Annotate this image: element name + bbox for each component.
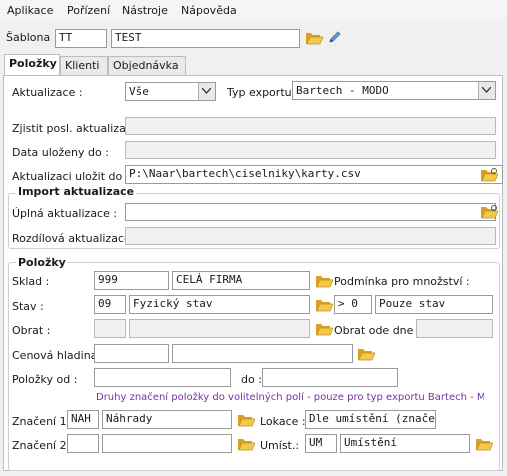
import-group-title: Import aktualizace: [16, 185, 137, 198]
folder-open-icon[interactable]: [357, 346, 375, 362]
price-level-name-field[interactable]: [172, 344, 353, 363]
marking-hint-text: Druhy značení položky do volitelných pol…: [96, 392, 484, 403]
diff-update-label: Rozdílová aktualizace :: [12, 232, 139, 245]
full-update-label: Úplná aktualizace :: [12, 207, 118, 220]
location-field[interactable]: Dle umístění (značení): [305, 410, 436, 429]
items-from-label: Položky od :: [12, 373, 78, 386]
mark2-label: Značení 2 :: [12, 439, 74, 452]
tab-objednavka[interactable]: Objednávka: [108, 56, 186, 76]
turnover-since-field: [416, 319, 493, 338]
tab-polozky[interactable]: Položky: [4, 54, 60, 76]
items-group-title: Položky: [16, 256, 68, 269]
mark1-name-field[interactable]: Náhrady: [102, 410, 232, 429]
mark1-label: Značení 1 :: [12, 415, 74, 428]
last-update-field: [125, 117, 496, 135]
saved-label: Data uloženy do :: [12, 146, 109, 159]
tab-klienti[interactable]: Klienti: [60, 56, 108, 76]
location-label: Lokace :: [260, 415, 306, 428]
placement-code-field[interactable]: UM: [305, 434, 337, 453]
turnover-code-field: [94, 319, 126, 338]
folder-open-icon[interactable]: [305, 30, 323, 46]
update-select-value: Vše: [129, 85, 149, 98]
condition-operator-field[interactable]: > 0: [334, 295, 372, 314]
mark2-name-field[interactable]: [102, 434, 232, 453]
update-label: Aktualizace :: [12, 86, 83, 99]
menu-porizeni[interactable]: Pořízení: [67, 4, 110, 17]
turnover-since-label: Obrat ode dne :: [334, 324, 421, 337]
price-level-label: Cenová hladina :: [12, 349, 105, 362]
warehouse-name-field[interactable]: CELÁ FIRMA: [172, 271, 310, 290]
condition-value-field[interactable]: Pouze stav: [375, 295, 493, 314]
chevron-down-icon[interactable]: [198, 83, 215, 100]
save-path-label: Aktualizaci uložit do :: [12, 170, 130, 183]
mark2-code-field[interactable]: [67, 434, 99, 453]
state-name-field[interactable]: Fyzický stav: [129, 295, 310, 314]
placement-name-field[interactable]: Umístění: [340, 434, 470, 453]
pencil-icon[interactable]: [327, 30, 343, 46]
diff-update-field: [125, 227, 496, 245]
turnover-label: Obrat :: [12, 324, 51, 337]
last-update-label: Zjistit posl. aktualizaci :: [12, 122, 143, 135]
folder-search-icon[interactable]: [480, 167, 498, 183]
folder-open-icon[interactable]: [315, 321, 333, 337]
export-type-select-value: Bartech - MODO: [296, 84, 389, 97]
save-path-field[interactable]: P:\Naar\bartech\ciselniky\karty.csv: [125, 165, 503, 184]
state-code-field[interactable]: 09: [94, 295, 126, 314]
warehouse-code-field[interactable]: 999: [94, 271, 169, 290]
placement-label: Umíst.:: [260, 439, 300, 452]
folder-open-icon[interactable]: [475, 436, 493, 452]
folder-open-icon[interactable]: [315, 273, 333, 289]
update-select[interactable]: Vše: [125, 82, 216, 101]
quantity-condition-label: Podmínka pro množství :: [334, 275, 470, 288]
menu-bar: Aplikace Pořízení Nástroje Nápověda: [0, 0, 507, 21]
menu-nastroje[interactable]: Nástroje: [122, 4, 168, 17]
chevron-down-icon[interactable]: [478, 82, 495, 99]
template-label: Šablona :: [6, 31, 58, 44]
template-code-field[interactable]: TT: [55, 29, 107, 48]
items-to-field[interactable]: [262, 368, 398, 387]
price-level-code-field[interactable]: [94, 344, 169, 363]
menu-aplikace[interactable]: Aplikace: [7, 4, 53, 17]
export-type-label: Typ exportu: [227, 86, 292, 99]
state-label: Stav :: [12, 300, 44, 313]
menu-napoveda[interactable]: Nápověda: [181, 4, 237, 17]
folder-open-icon[interactable]: [237, 436, 255, 452]
saved-field: [125, 141, 496, 159]
folder-open-icon[interactable]: [237, 412, 255, 428]
template-name-field[interactable]: TEST: [111, 29, 300, 48]
full-update-field[interactable]: [125, 203, 496, 221]
items-to-label: do :: [241, 373, 262, 386]
turnover-name-field: [129, 319, 310, 338]
export-type-select[interactable]: Bartech - MODO: [292, 81, 496, 100]
folder-open-icon[interactable]: [315, 297, 333, 313]
warehouse-label: Sklad :: [12, 275, 50, 288]
items-from-field[interactable]: [94, 368, 231, 387]
mark1-code-field[interactable]: NAH: [67, 410, 99, 429]
folder-search-icon[interactable]: [480, 204, 498, 220]
